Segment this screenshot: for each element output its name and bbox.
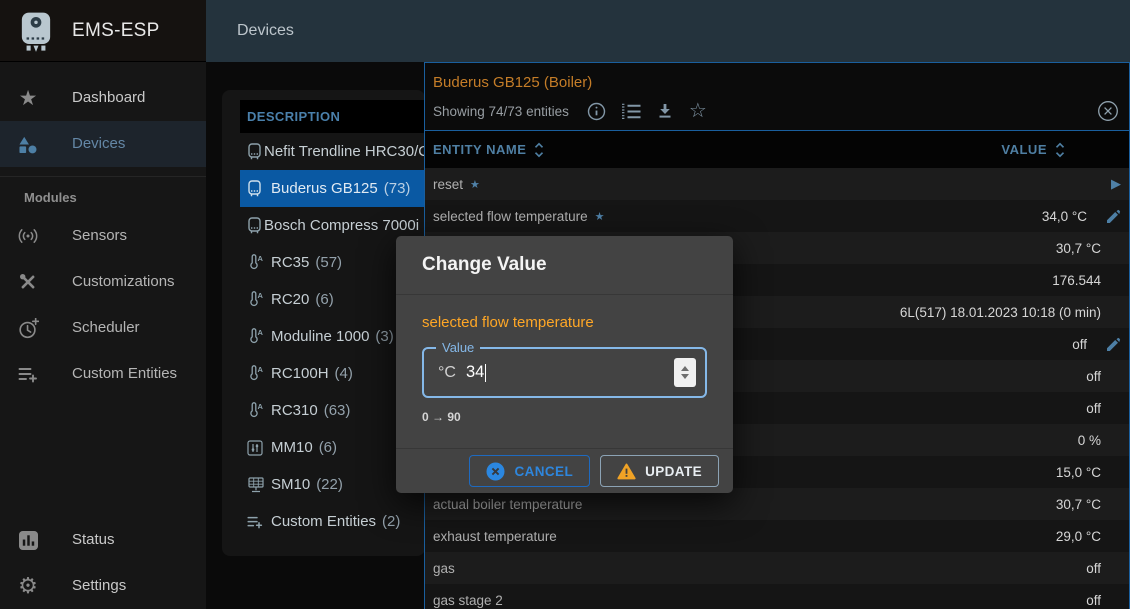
thermostat-icon: A — [247, 365, 269, 382]
device-table-header: DESCRIPTION — [240, 100, 425, 133]
dialog-footer: CANCEL UPDATE — [396, 448, 733, 493]
page-title: Devices — [237, 0, 294, 62]
entity-count-text: Showing 74/73 entities — [433, 104, 569, 119]
cancel-circle-icon — [486, 462, 505, 481]
brand-name: EMS-ESP — [72, 0, 160, 62]
gear-icon: ⚙ — [15, 563, 41, 609]
svg-text:A: A — [258, 328, 264, 337]
run-command-icon[interactable]: ▶ — [1111, 168, 1121, 200]
text-caret — [485, 364, 486, 382]
boiler-icon — [247, 143, 262, 160]
numbered-list-icon[interactable] — [621, 103, 641, 120]
favorite-star-icon[interactable]: ☆ — [689, 101, 707, 121]
download-icon[interactable] — [656, 102, 674, 120]
edit-pencil-icon[interactable] — [1106, 328, 1121, 360]
edit-pencil-icon[interactable] — [1106, 200, 1121, 232]
dialog-title: Change Value — [422, 254, 547, 276]
device-row-buderus-gb125[interactable]: Buderus GB125 (73) — [240, 170, 425, 207]
entity-panel-header: Buderus GB125 (Boiler) Showing 74/73 ent… — [425, 63, 1129, 131]
star-icon: ★ — [15, 75, 41, 121]
table-row[interactable]: exhaust temperature 29,0 °C — [425, 520, 1129, 552]
sort-value-icon[interactable] — [1055, 142, 1065, 158]
sidebar-divider — [0, 176, 206, 177]
entity-table-header: ENTITY NAME VALUE — [425, 131, 1129, 168]
column-value: VALUE — [1001, 142, 1047, 157]
stepper-down-icon[interactable] — [681, 374, 689, 379]
description-column-label: DESCRIPTION — [247, 109, 340, 124]
value-range-hint: 0 → 90 — [422, 410, 707, 424]
table-row[interactable]: gas stage 2 off — [425, 584, 1129, 609]
sidebar-item-custom-entities[interactable]: Custom Entities — [0, 351, 206, 397]
table-row[interactable]: selected flow temperature★ 34,0 °C — [425, 200, 1129, 232]
sidebar-item-status[interactable]: Status — [0, 517, 206, 563]
boiler-icon — [247, 180, 269, 197]
clock-plus-icon — [15, 305, 41, 351]
table-row[interactable]: reset★ ▶ — [425, 168, 1129, 200]
svg-text:A: A — [258, 365, 264, 374]
svg-text:A: A — [258, 291, 264, 300]
favorite-star-suffix: ★ — [595, 210, 605, 223]
dialog-header: Change Value — [396, 236, 733, 295]
top-app-bar: Devices — [206, 0, 1130, 62]
number-stepper[interactable] — [674, 358, 696, 387]
column-entity-name: ENTITY NAME — [433, 142, 526, 157]
sidebar: EMS-ESP ★ Dashboard Devices Modules — [0, 0, 206, 609]
sensor-waves-icon — [15, 213, 41, 259]
svg-text:A: A — [258, 402, 264, 411]
device-row-custom-entities[interactable]: Custom Entities (2) — [240, 503, 425, 540]
solar-panel-icon — [247, 477, 269, 493]
svg-text:A: A — [258, 254, 264, 263]
ems-esp-app: Devices EMS-ESP ★ Dashboard — [0, 0, 1130, 609]
sort-entity-name-icon[interactable] — [534, 142, 544, 158]
modules-section-label: Modules — [24, 190, 77, 205]
sidebar-item-customizations[interactable]: Customizations — [0, 259, 206, 305]
brand-header: EMS-ESP — [0, 0, 206, 62]
shapes-icon — [15, 121, 41, 167]
boiler-icon — [247, 217, 262, 234]
table-row[interactable]: gas off — [425, 552, 1129, 584]
value-text: 34 — [466, 363, 484, 382]
playlist-add-icon — [15, 351, 41, 397]
dialog-entity-label: selected flow temperature — [422, 314, 707, 331]
info-icon[interactable] — [587, 102, 606, 121]
device-list-panel: DESCRIPTION Nefit Trendline HRC30/C Bude… — [222, 90, 425, 556]
unit-label: °C — [438, 364, 456, 382]
sidebar-item-settings[interactable]: ⚙ Settings — [0, 563, 206, 609]
playlist-add-icon — [247, 515, 269, 529]
cancel-button[interactable]: CANCEL — [469, 455, 590, 487]
sidebar-item-devices[interactable]: Devices — [0, 121, 206, 167]
change-value-dialog: Change Value selected flow temperature V… — [396, 236, 733, 493]
thermostat-icon: A — [247, 402, 269, 419]
tools-icon — [15, 259, 41, 305]
sidebar-item-scheduler[interactable]: Scheduler — [0, 305, 206, 351]
thermostat-icon: A — [247, 291, 269, 308]
device-row-nefit-trendline[interactable]: Nefit Trendline HRC30/C — [240, 133, 425, 170]
thermostat-icon: A — [247, 254, 269, 271]
bar-chart-icon — [15, 517, 41, 563]
warning-triangle-icon — [617, 463, 636, 480]
mixer-icon — [247, 440, 269, 456]
value-input[interactable]: Value °C 34 — [422, 347, 707, 398]
sidebar-item-dashboard[interactable]: ★ Dashboard — [0, 75, 206, 121]
sidebar-item-sensors[interactable]: Sensors — [0, 213, 206, 259]
value-field-label: Value — [436, 340, 480, 355]
update-button[interactable]: UPDATE — [600, 455, 719, 487]
stepper-up-icon[interactable] — [681, 366, 689, 371]
device-title: Buderus GB125 (Boiler) — [433, 74, 592, 91]
thermostat-icon: A — [247, 328, 269, 345]
close-icon[interactable] — [1097, 100, 1119, 127]
favorite-star-suffix: ★ — [470, 178, 480, 191]
boiler-logo-icon — [17, 11, 55, 55]
